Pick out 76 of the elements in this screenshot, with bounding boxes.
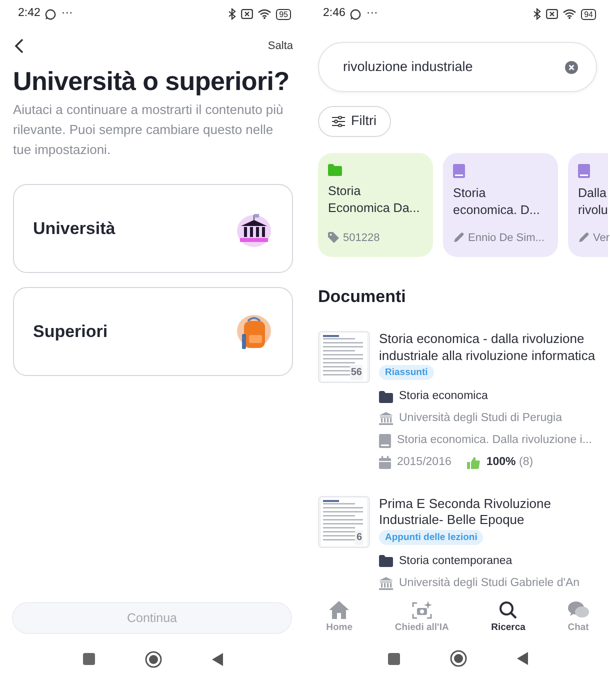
bluetooth-icon [533,8,542,20]
sim-icon [546,9,558,19]
tag-icon [328,232,339,244]
result-card[interactable]: Storia Economica Da... 501228 [318,153,433,257]
bluetooth-icon [228,8,236,20]
meta-text: Storia contemporanea [399,554,512,569]
category-tag: Riassunti [379,365,434,380]
chat-bubble-icon [45,8,56,20]
document-preview-drawing [319,496,369,547]
camera-sparkle-icon [412,601,432,620]
result-card[interactable]: Storia economica. D... Ennio De Sim... [443,153,558,257]
back-button[interactable] [516,652,528,666]
search-field[interactable]: rivoluzione industriale [341,56,565,78]
search-icon [499,601,518,620]
sim-icon [241,9,254,19]
battery-indicator: 95 [276,8,291,20]
chat-bubble-icon [350,8,362,20]
pen-icon [453,232,464,244]
meta-text: 2015/2016 [397,455,452,470]
meta-text: Storia economica. Dalla rivoluzione i... [397,433,592,448]
pen-icon [578,232,589,244]
nav-tab[interactable]: Ricerca [485,601,532,636]
more-indicator: ··· [366,6,378,22]
book-icon [379,434,391,448]
result-title: Dalla rivolu [578,185,608,219]
document-thumbnail[interactable]: 6 [318,496,370,548]
category-tag: Appunti delle lezioni [379,530,484,545]
page-count: 6 [355,530,363,545]
recents-button[interactable] [82,653,94,665]
result-meta: 501228 [343,230,380,246]
clear-icon[interactable] [565,60,578,74]
result-title: Storia economica. D... [453,185,541,219]
result-meta: Ver [593,230,610,246]
folder-icon [328,164,342,176]
wifi-icon [258,9,272,19]
page-count: 56 [350,365,363,380]
document-title[interactable]: Storia economica - dalla rivoluzione industriale alla rivoluzione informatica Riassunti [379,331,600,381]
home-button[interactable] [144,650,162,668]
clock-time: 2:42 [18,6,40,22]
folder-icon [379,555,393,568]
meta-text: Storia economica [399,389,488,404]
meta-text: Università degli Studi di Perugia [399,411,562,426]
rating-text: 100% (8) [486,455,534,470]
meta-text: Università degli Studi Gabriele d'An [399,576,580,591]
wifi-icon [563,9,576,19]
result-meta: Ennio De Sim... [468,230,544,246]
recents-button[interactable] [388,652,400,665]
document-title[interactable]: Prima E Seconda Rivoluzione Industriale- Belle Epoque Appunti delle lezioni [379,496,600,546]
home-button[interactable] [450,650,466,668]
description: Aiutaci a continuare a mostrarti il contenuto più rilevante. Puoi sempre cambiare questo nelle tue impostazioni. [13,101,284,160]
chat-icon [568,601,589,620]
search-bar[interactable]: rivoluzione industriale [318,42,597,92]
result-card[interactable]: Dalla rivolu Ver [568,153,608,257]
more-indicator: ··· [61,6,73,22]
back-button[interactable] [212,652,222,666]
book-icon [578,164,590,178]
thumbs-up-icon [467,456,480,469]
document-preview-drawing [319,332,369,382]
skip-link[interactable]: Salta [268,38,293,54]
sliders-icon [332,116,345,127]
section-title: Documenti [318,287,407,308]
calendar-icon [379,456,391,470]
battery-indicator: 94 [581,8,596,20]
back-icon[interactable] [14,38,24,54]
option-card[interactable]: Università [13,184,293,274]
option-card[interactable]: Superiori [13,287,293,376]
book-icon [453,164,465,178]
document-thumbnail[interactable]: 56 [318,331,370,384]
result-title: Storia Economica Da... [328,183,421,217]
clock-time: 2:46 [323,6,346,22]
building-icon [379,576,393,590]
page-title: Università o superiori? [13,64,290,98]
filter-button[interactable]: Filtri [318,106,390,137]
folder-icon [379,390,393,403]
building-icon [379,412,393,426]
home-icon [329,601,350,620]
